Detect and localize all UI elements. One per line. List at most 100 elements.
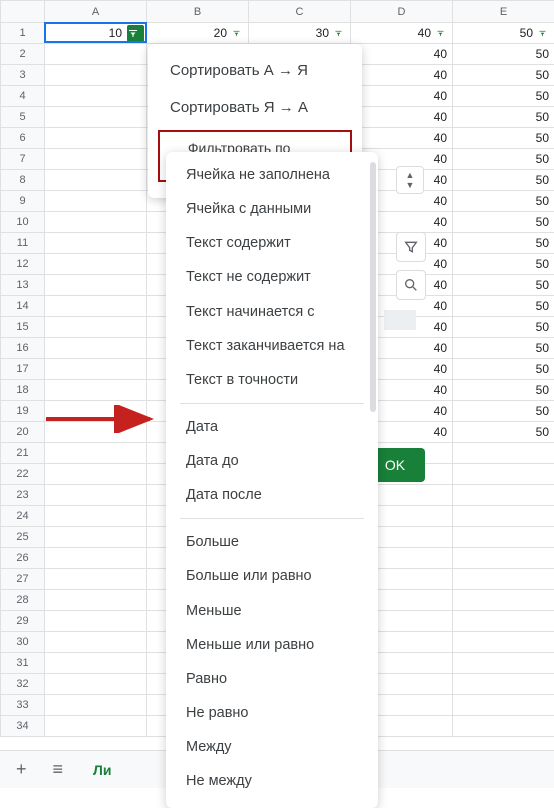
row-header[interactable]: 2 — [1, 44, 45, 65]
col-E[interactable]: E — [453, 1, 554, 23]
row-header-1[interactable]: 1 — [1, 23, 45, 44]
add-sheet-button[interactable]: + — [10, 755, 33, 784]
cell[interactable] — [453, 485, 554, 506]
sort-za[interactable]: Сортировать Я → А — [148, 89, 362, 126]
cell[interactable]: 50 — [453, 86, 554, 107]
cell[interactable] — [453, 632, 554, 653]
cell[interactable] — [45, 695, 147, 716]
cell[interactable]: 50 — [453, 170, 554, 191]
cell[interactable]: 50 — [453, 338, 554, 359]
row-header[interactable]: 14 — [1, 296, 45, 317]
row-header[interactable]: 25 — [1, 527, 45, 548]
cond-notempty[interactable]: Ячейка с данными — [166, 192, 378, 226]
cell[interactable]: 50 — [453, 233, 554, 254]
cell[interactable]: 50 — [453, 65, 554, 86]
select-all-corner[interactable] — [1, 1, 45, 23]
cell[interactable] — [45, 296, 147, 317]
cell[interactable]: 40 — [351, 65, 453, 86]
cell[interactable]: 50 — [453, 401, 554, 422]
cond-datebefore[interactable]: Дата до — [166, 444, 378, 478]
filter-icon[interactable] — [232, 26, 246, 40]
cond-notbetween[interactable]: Не между — [166, 764, 378, 798]
cell[interactable]: 50 — [453, 296, 554, 317]
cell[interactable] — [453, 674, 554, 695]
cell[interactable] — [45, 191, 147, 212]
cell[interactable]: 10 — [45, 23, 147, 44]
cell[interactable]: 50 — [453, 254, 554, 275]
cell[interactable]: 50 — [453, 212, 554, 233]
scrollbar[interactable] — [370, 162, 376, 412]
cell[interactable] — [45, 107, 147, 128]
filter-funnel-button[interactable] — [396, 232, 426, 262]
row-header[interactable]: 17 — [1, 359, 45, 380]
cond-exact[interactable]: Текст в точности — [166, 363, 378, 397]
row-header[interactable]: 28 — [1, 590, 45, 611]
filter-icon[interactable] — [334, 26, 348, 40]
cell[interactable]: 50 — [453, 107, 554, 128]
sort-az[interactable]: Сортировать А → Я — [148, 52, 362, 89]
cell[interactable] — [453, 695, 554, 716]
row-header[interactable]: 30 — [1, 632, 45, 653]
cell[interactable] — [45, 254, 147, 275]
cell[interactable]: 50 — [453, 275, 554, 296]
cond-lte[interactable]: Меньше или равно — [166, 628, 378, 662]
row-header[interactable]: 21 — [1, 443, 45, 464]
cell[interactable] — [45, 674, 147, 695]
cond-notcontains[interactable]: Текст не содержит — [166, 260, 378, 294]
cell[interactable]: 50 — [453, 359, 554, 380]
cell[interactable] — [45, 653, 147, 674]
cell[interactable] — [453, 569, 554, 590]
cond-ends[interactable]: Текст заканчивается на — [166, 329, 378, 363]
cond-gte[interactable]: Больше или равно — [166, 559, 378, 593]
all-sheets-button[interactable]: ≡ — [47, 755, 70, 784]
row-header[interactable]: 7 — [1, 149, 45, 170]
cell[interactable] — [45, 86, 147, 107]
cell[interactable] — [45, 443, 147, 464]
cell[interactable] — [45, 590, 147, 611]
cell[interactable] — [45, 44, 147, 65]
cell[interactable] — [45, 149, 147, 170]
cell[interactable]: 40 — [351, 44, 453, 65]
cell[interactable] — [45, 464, 147, 485]
cell[interactable] — [45, 485, 147, 506]
cell[interactable] — [453, 506, 554, 527]
row-header[interactable]: 15 — [1, 317, 45, 338]
cell[interactable]: 40 — [351, 107, 453, 128]
filter-icon[interactable] — [538, 26, 552, 40]
cell[interactable] — [45, 359, 147, 380]
col-D[interactable]: D — [351, 1, 453, 23]
row-header[interactable]: 22 — [1, 464, 45, 485]
cell[interactable] — [45, 233, 147, 254]
cell[interactable]: 50 — [453, 149, 554, 170]
cell[interactable] — [45, 527, 147, 548]
cell[interactable] — [453, 548, 554, 569]
cell[interactable] — [453, 611, 554, 632]
row-header[interactable]: 16 — [1, 338, 45, 359]
cond-date[interactable]: Дата — [166, 410, 378, 444]
cell[interactable] — [453, 464, 554, 485]
cell[interactable] — [45, 632, 147, 653]
cell[interactable]: 40 — [351, 86, 453, 107]
cell[interactable] — [45, 506, 147, 527]
cell[interactable] — [45, 569, 147, 590]
cell[interactable]: 50 — [453, 191, 554, 212]
cell[interactable] — [45, 338, 147, 359]
cell[interactable] — [453, 716, 554, 737]
row-header[interactable]: 29 — [1, 611, 45, 632]
row-header[interactable]: 13 — [1, 275, 45, 296]
cond-neq[interactable]: Не равно — [166, 696, 378, 730]
cell[interactable]: 20 — [147, 23, 249, 44]
cond-between[interactable]: Между — [166, 730, 378, 764]
row-header[interactable]: 6 — [1, 128, 45, 149]
cell[interactable] — [45, 65, 147, 86]
row-header[interactable]: 33 — [1, 695, 45, 716]
row-header[interactable]: 23 — [1, 485, 45, 506]
cell[interactable]: 40 — [351, 23, 453, 44]
row-header[interactable]: 26 — [1, 548, 45, 569]
search-button[interactable] — [396, 270, 426, 300]
cell[interactable] — [45, 380, 147, 401]
cell[interactable]: 40 — [351, 128, 453, 149]
row-header[interactable]: 34 — [1, 716, 45, 737]
cell[interactable] — [45, 275, 147, 296]
cond-dateafter[interactable]: Дата после — [166, 478, 378, 512]
